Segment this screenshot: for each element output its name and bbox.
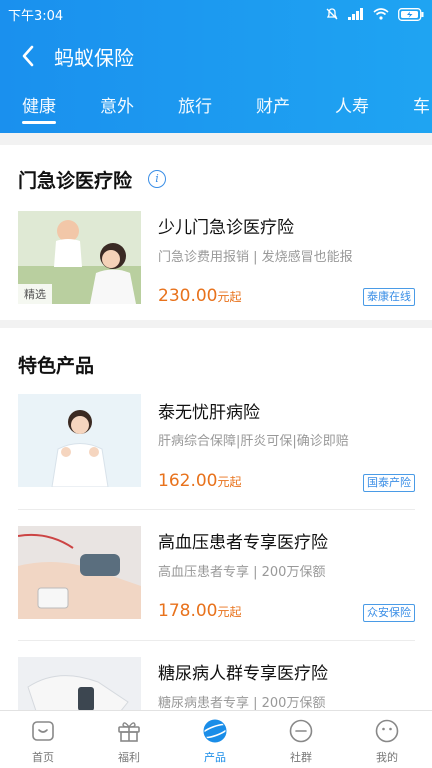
product-description: 肝病综合保障|肝炎可保|确诊即赔 [158, 434, 349, 449]
tab-car[interactable]: 车 [413, 92, 430, 117]
info-icon[interactable]: i [148, 170, 166, 188]
back-button[interactable] [14, 42, 42, 70]
status-bar: 下午3:04 [0, 0, 432, 28]
profile-icon [375, 719, 399, 743]
product-card[interactable]: 精选 少儿门急诊医疗险 门急诊费用报销 | 发烧感冒也能报 230.00元起 泰… [0, 209, 432, 340]
battery-charging-icon [398, 7, 424, 21]
app-header: 下午3:04 蚂蚁保险 健康 意外 旅行 财产 人寿 车 [0, 0, 432, 133]
gift-icon [118, 722, 140, 742]
section-title: 门急诊医疗险 [18, 170, 133, 192]
product-name: 泰无忧肝病险 [158, 403, 260, 423]
featured-tag: 精选 [18, 284, 52, 304]
product-image: 精选 [18, 211, 141, 304]
home-icon [32, 721, 54, 741]
product-price: 178.00元起 [158, 601, 242, 621]
signal-icon [348, 8, 363, 20]
nav-profile[interactable]: 我的 [344, 711, 430, 768]
planet-icon [202, 719, 228, 743]
insurer-badge: 泰康在线 [363, 288, 415, 306]
product-name: 糖尿病人群专享医疗险 [158, 664, 328, 684]
product-description: 门急诊费用报销 | 发烧感冒也能报 [158, 250, 353, 265]
insurer-badge: 众安保险 [363, 604, 415, 622]
product-price: 162.00元起 [158, 471, 242, 491]
wifi-icon [373, 8, 389, 20]
chat-icon [289, 719, 313, 743]
nav-benefits[interactable]: 福利 [86, 711, 172, 768]
mute-icon [326, 8, 338, 20]
product-image [18, 526, 141, 619]
tab-accident[interactable]: 意外 [100, 92, 134, 117]
section-title: 特色产品 [18, 355, 95, 377]
product-price: 230.00元起 [158, 286, 242, 306]
back-arrow-icon [22, 45, 34, 67]
product-description: 糖尿病患者专享 | 200万保额 [158, 696, 326, 710]
nav-home[interactable]: 首页 [0, 711, 86, 768]
category-tabs: 健康 意外 旅行 财产 人寿 车 [0, 84, 432, 133]
product-image [18, 657, 141, 710]
divider [18, 640, 415, 641]
product-card[interactable]: 糖尿病人群专享医疗险 糖尿病患者专享 | 200万保额 [0, 655, 432, 710]
insurer-badge: 国泰产险 [363, 474, 415, 492]
tab-travel[interactable]: 旅行 [178, 92, 212, 117]
product-card[interactable]: 高血压患者专享医疗险 高血压患者专享 | 200万保额 178.00元起 众安保… [0, 524, 432, 655]
product-image [18, 394, 141, 487]
special-products-section: 特色产品 泰无忧肝病险 肝病综合保障|肝炎可保|确诊即赔 162.00元起 国泰… [0, 328, 432, 710]
status-time: 下午3:04 [8, 8, 64, 24]
nav-products[interactable]: 产品 [172, 711, 258, 768]
active-tab-indicator [22, 121, 56, 124]
product-card[interactable]: 泰无忧肝病险 肝病综合保障|肝炎可保|确诊即赔 162.00元起 国泰产险 [0, 394, 432, 525]
tab-property[interactable]: 财产 [256, 92, 290, 117]
product-description: 高血压患者专享 | 200万保额 [158, 565, 326, 580]
bottom-navigation: 首页 福利 产品 社群 我的 [0, 710, 432, 768]
tab-life[interactable]: 人寿 [335, 92, 369, 117]
tab-health[interactable]: 健康 [22, 92, 56, 117]
page-title: 蚂蚁保险 [54, 45, 134, 70]
product-name: 少儿门急诊医疗险 [158, 218, 294, 238]
nav-community[interactable]: 社群 [258, 711, 344, 768]
divider [18, 509, 415, 510]
product-name: 高血压患者专享医疗险 [158, 533, 328, 553]
emergency-section: 门急诊医疗险 i 精选 少儿门急诊医疗险 门急诊费用报销 | 发烧感冒也能报 2… [0, 145, 432, 320]
